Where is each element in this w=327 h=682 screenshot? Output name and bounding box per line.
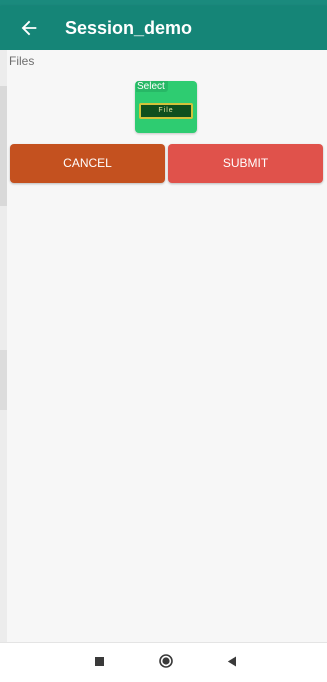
file-label: File bbox=[139, 103, 193, 119]
cancel-button[interactable]: CANCEL bbox=[10, 144, 165, 183]
select-file-button[interactable]: Select File bbox=[135, 81, 197, 133]
arrow-left-icon[interactable] bbox=[18, 17, 40, 39]
main-content: Files Select File CANCEL SUBMIT bbox=[7, 50, 327, 642]
app-bar: Session_demo bbox=[0, 6, 327, 50]
recents-square-icon[interactable] bbox=[95, 657, 104, 666]
home-circle-icon[interactable] bbox=[159, 654, 173, 668]
app-title: Session_demo bbox=[65, 18, 193, 38]
system-nav-bar bbox=[0, 642, 327, 682]
phone-screen: Session_demo Files Select File CANCEL SU… bbox=[0, 0, 327, 682]
files-label: Files bbox=[9, 54, 35, 68]
back-triangle-icon[interactable] bbox=[227, 656, 237, 667]
background-window-edge bbox=[0, 50, 7, 642]
submit-button[interactable]: SUBMIT bbox=[168, 144, 323, 183]
select-label: Select bbox=[136, 81, 168, 92]
